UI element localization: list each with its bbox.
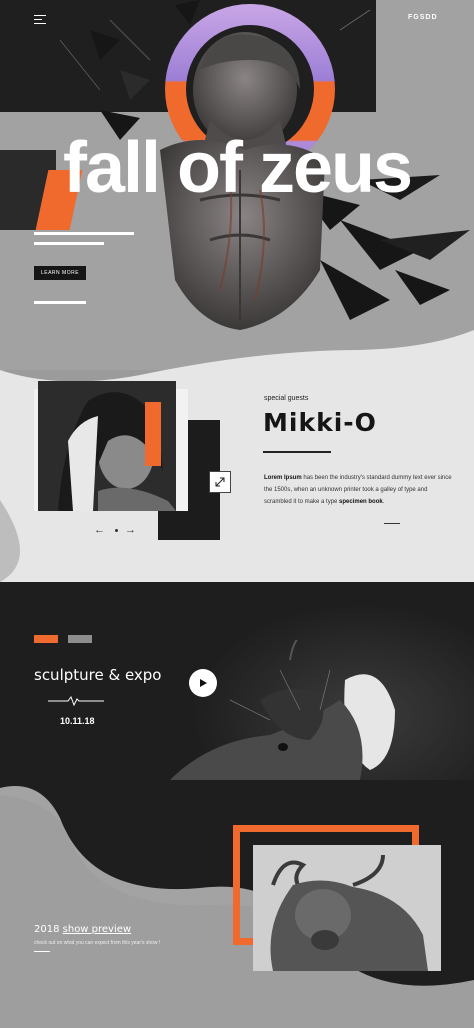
- hero-line: [34, 242, 104, 245]
- arrow-right-icon[interactable]: →: [125, 524, 136, 536]
- preview-year: 2018: [34, 924, 60, 935]
- hero-line: [34, 232, 134, 235]
- expand-icon: [215, 477, 225, 487]
- hero-section: fall of zeus LEARN MORE FGSDD: [0, 0, 474, 370]
- arrow-left-icon[interactable]: ←: [94, 524, 105, 536]
- pulse-line-icon: [48, 696, 104, 706]
- preview-divider: [34, 951, 50, 952]
- preview-title: 2018 show preview: [34, 924, 131, 935]
- bio-end: .: [382, 499, 385, 505]
- bull-sculpture-image: [253, 845, 441, 971]
- expand-button[interactable]: [209, 471, 231, 493]
- deer-sculpture-image: [170, 640, 395, 790]
- bio-divider: [384, 523, 400, 524]
- play-button[interactable]: [189, 669, 217, 697]
- show-preview-link[interactable]: show preview: [63, 924, 131, 935]
- hamburger-menu-icon[interactable]: [34, 15, 46, 25]
- hero-title: fall of zeus: [62, 128, 413, 208]
- guests-eyebrow: special guests: [264, 395, 309, 402]
- play-icon: [200, 679, 207, 687]
- site-logo[interactable]: FGSDD: [408, 14, 438, 21]
- preview-subtitle: check out on what you can expect from th…: [34, 940, 161, 946]
- expo-date: 10.11.18: [60, 716, 95, 726]
- guest-bio: Lorem Ipsum has been the industry's stan…: [264, 472, 454, 508]
- bio-lead: Lorem Ipsum: [264, 475, 302, 481]
- bio-strong: specimen book: [339, 499, 383, 505]
- guest-name: Mikki-O: [263, 408, 377, 437]
- nav-prev-flag[interactable]: [34, 635, 58, 643]
- orange-accent-bar: [145, 402, 161, 466]
- hero-line: [34, 301, 86, 304]
- guest-name-underline: [263, 451, 331, 453]
- expo-title: sculpture & expo: [34, 666, 162, 684]
- learn-more-button[interactable]: LEARN MORE: [34, 266, 86, 280]
- nav-next-flag[interactable]: [68, 635, 92, 643]
- slider-dot[interactable]: [115, 529, 118, 532]
